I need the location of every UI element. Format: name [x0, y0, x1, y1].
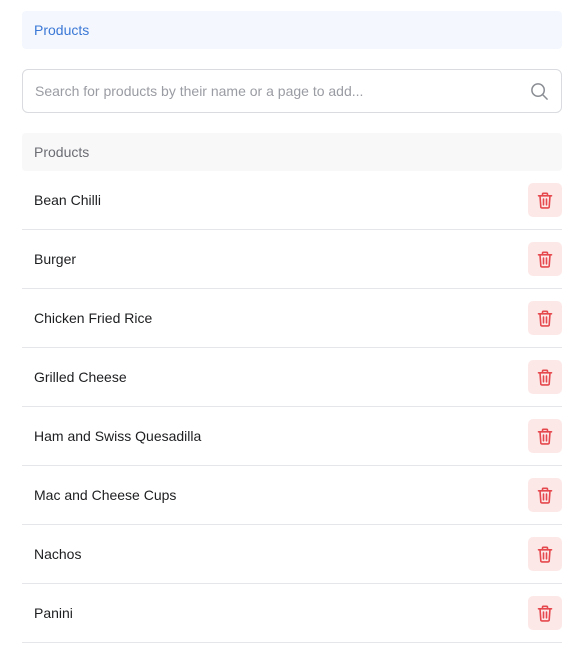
search-input[interactable]	[35, 83, 529, 99]
trash-icon	[537, 428, 553, 445]
table-row: Mac and Cheese Cups	[22, 466, 562, 525]
table-row: Chicken Fried Rice	[22, 289, 562, 348]
trash-icon	[537, 310, 553, 327]
product-name: Chicken Fried Rice	[34, 310, 153, 326]
trash-icon	[537, 192, 553, 209]
table-header-label: Products	[34, 144, 90, 160]
product-name: Burger	[34, 251, 77, 267]
product-name: Bean Chilli	[34, 192, 101, 208]
table-row: Burger	[22, 230, 562, 289]
trash-icon	[537, 546, 553, 563]
trash-icon	[537, 487, 553, 504]
trash-icon	[537, 251, 553, 268]
section-header: Products	[22, 11, 562, 49]
product-name: Nachos	[34, 546, 82, 562]
trash-icon	[537, 605, 553, 622]
delete-button[interactable]	[528, 596, 562, 630]
delete-button[interactable]	[528, 537, 562, 571]
table-row: Nachos	[22, 525, 562, 584]
table-row: Grilled Cheese	[22, 348, 562, 407]
product-name: Grilled Cheese	[34, 369, 127, 385]
delete-button[interactable]	[528, 183, 562, 217]
delete-button[interactable]	[528, 360, 562, 394]
table-row: Panini	[22, 584, 562, 643]
table-row: Bean Chilli	[22, 171, 562, 230]
delete-button[interactable]	[528, 242, 562, 276]
trash-icon	[537, 369, 553, 386]
product-name: Mac and Cheese Cups	[34, 487, 177, 503]
section-title: Products	[34, 22, 90, 38]
delete-button[interactable]	[528, 478, 562, 512]
table-row: Ham and Swiss Quesadilla	[22, 407, 562, 466]
search-bar	[22, 69, 562, 113]
table-header: Products	[22, 133, 562, 171]
product-name: Ham and Swiss Quesadilla	[34, 428, 202, 444]
product-name: Panini	[34, 605, 73, 621]
search-icon[interactable]	[529, 81, 549, 101]
product-list: Bean Chilli Burger Chicken Fried Rice Gr…	[22, 171, 562, 643]
products-panel: Products Products Bean Chilli Burger	[22, 11, 562, 643]
delete-button[interactable]	[528, 419, 562, 453]
delete-button[interactable]	[528, 301, 562, 335]
